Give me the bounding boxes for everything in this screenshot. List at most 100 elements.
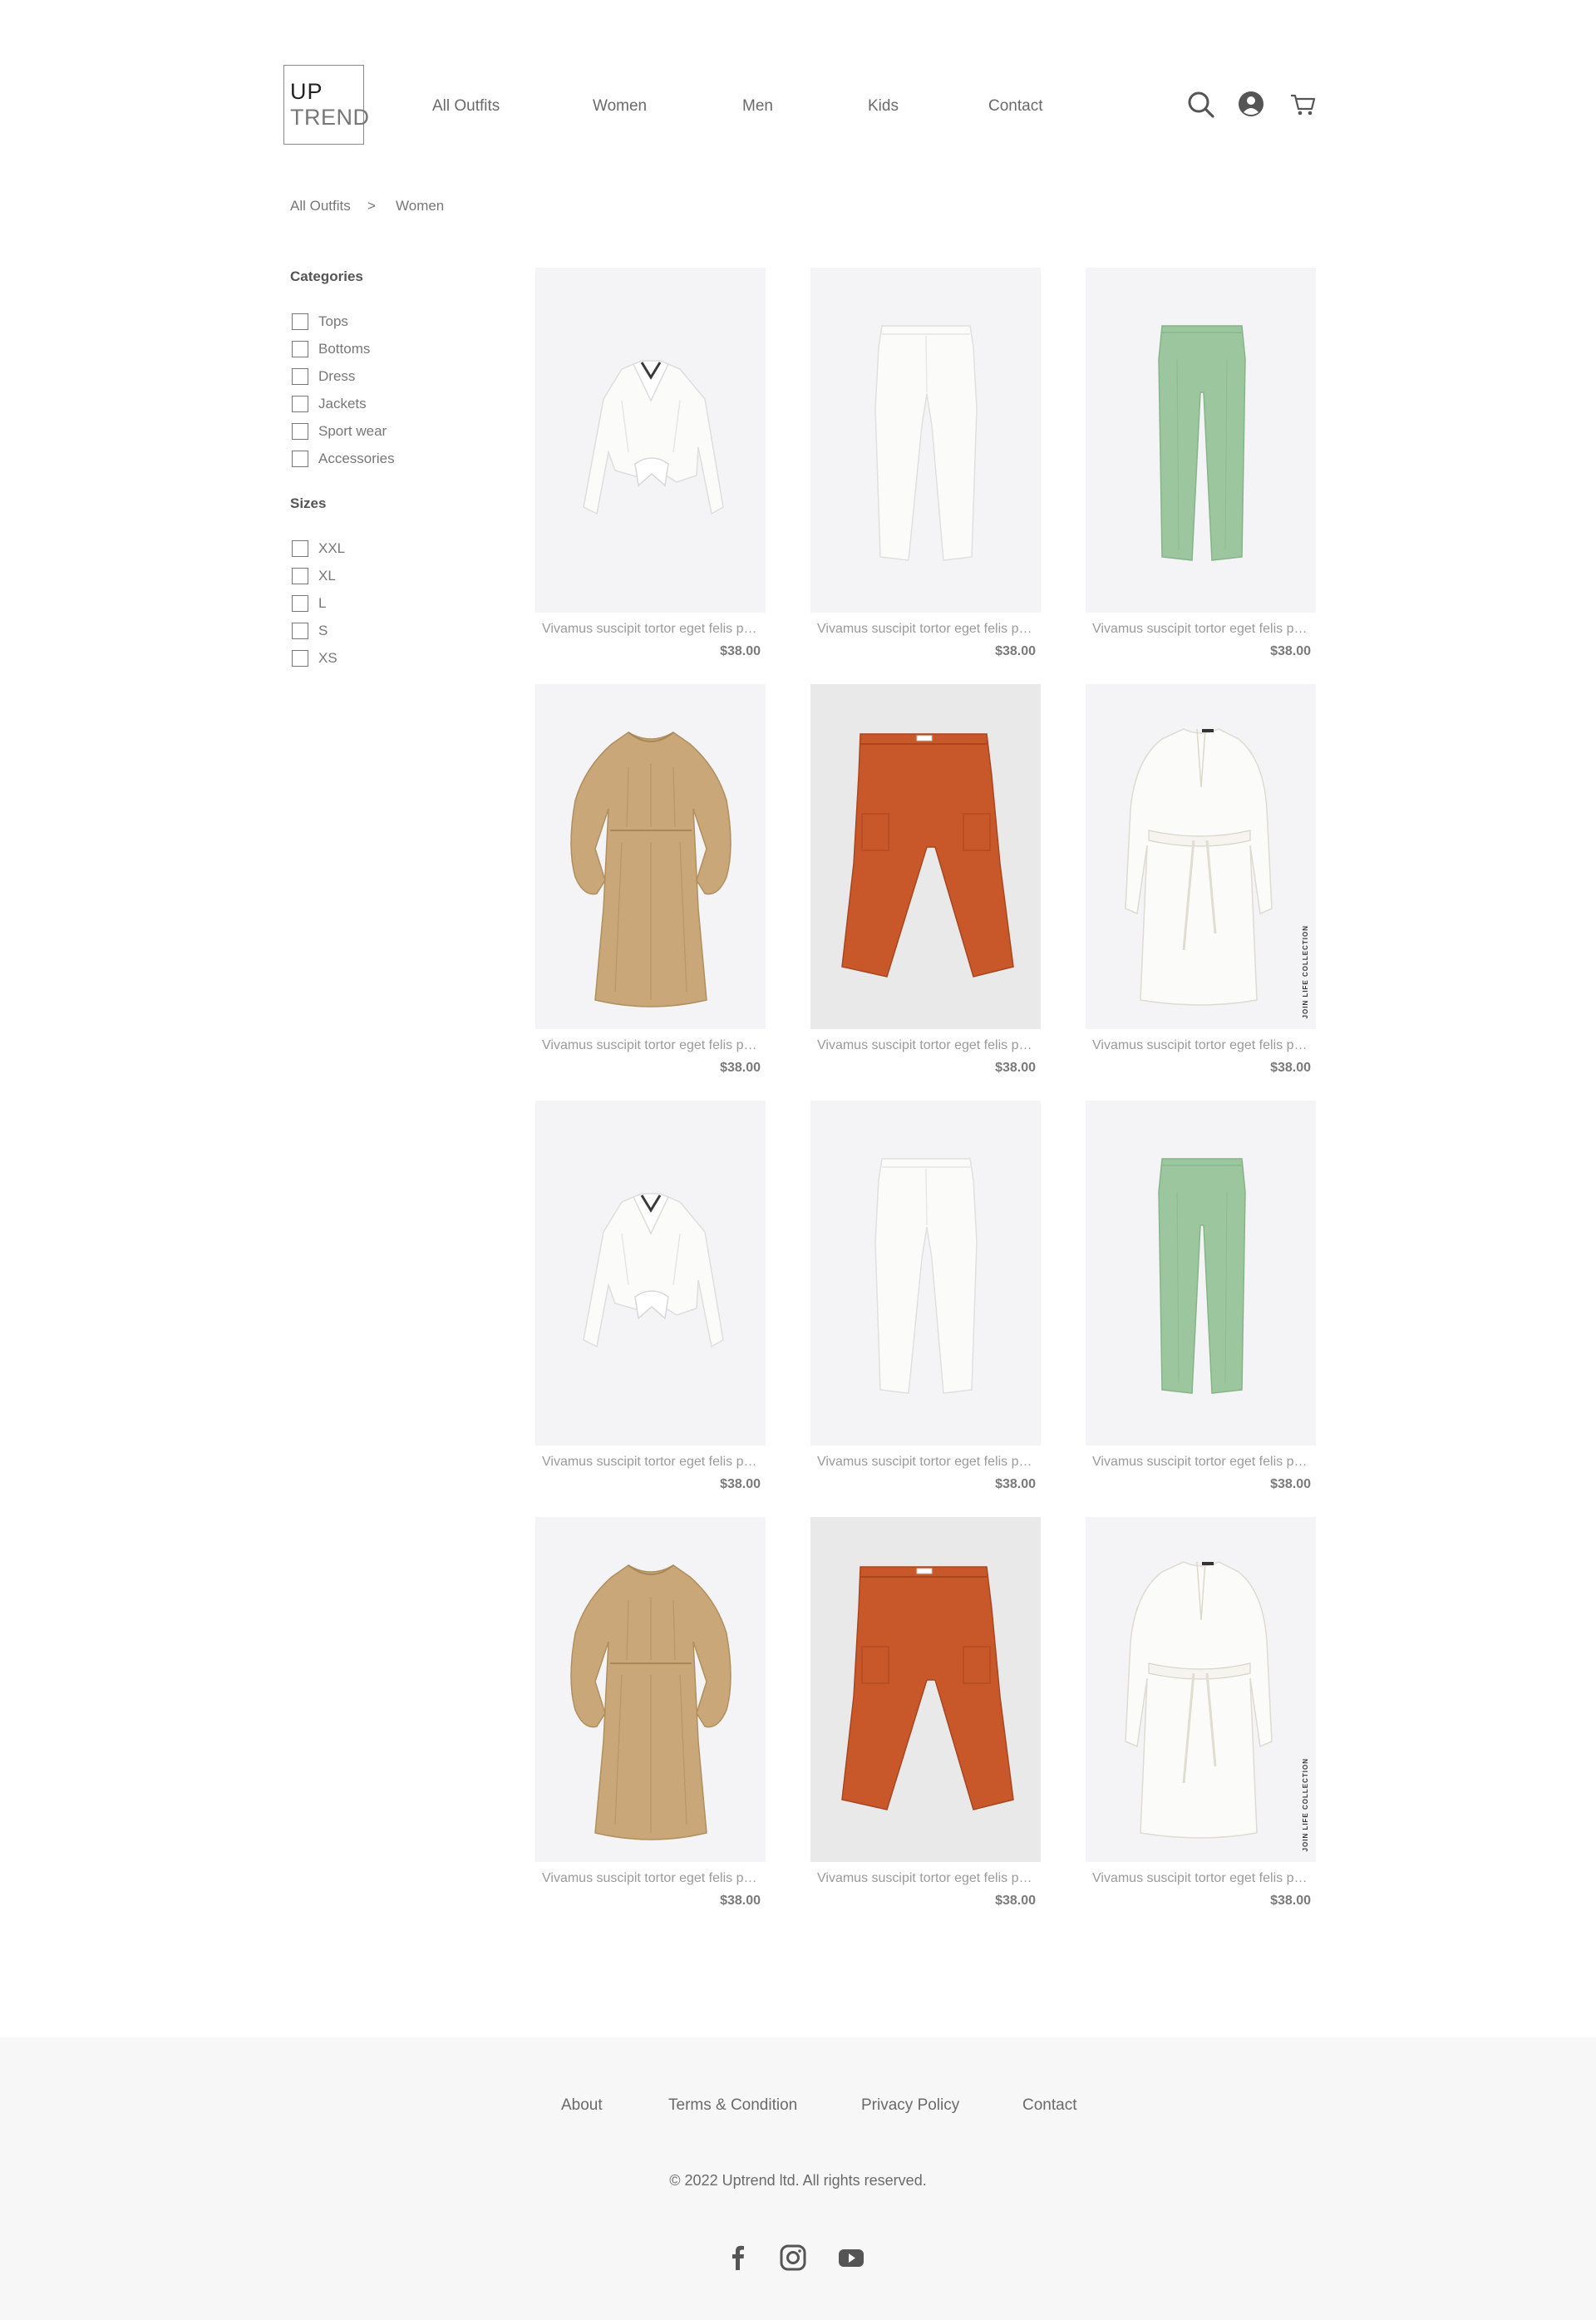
product-card[interactable]: Vivamus suscipit tortor eget felis portt… (1086, 1101, 1316, 1491)
green-pants-image (1158, 325, 1246, 561)
site-header: UP TREND All Outfits Women Men Kids Cont… (0, 0, 1596, 166)
youtube-icon[interactable] (837, 2244, 865, 2272)
footer-link-privacy[interactable]: Privacy Policy (861, 2096, 959, 2115)
product-card[interactable]: Vivamus suscipit tortor eget felis portt… (535, 684, 766, 1075)
nav-all-outfits[interactable]: All Outfits (432, 97, 500, 116)
nav-men[interactable]: Men (742, 97, 773, 116)
size-label: XL (318, 568, 336, 584)
category-label: Jackets (318, 396, 367, 411)
product-name[interactable]: Vivamus suscipit tortor eget felis portt… (1092, 1038, 1310, 1053)
product-price: $38.00 (1270, 1061, 1311, 1075)
category-filter-jackets[interactable]: Jackets (292, 395, 367, 413)
white-pants-image (874, 325, 978, 561)
product-name[interactable]: Vivamus suscipit tortor eget felis portt… (817, 622, 1035, 637)
breadcrumb-women[interactable]: Women (396, 198, 444, 214)
product-image[interactable] (535, 684, 766, 1029)
size-filter-xl[interactable]: XL (292, 567, 336, 585)
orange-pants-image (841, 733, 1014, 978)
product-price: $38.00 (720, 1894, 761, 1908)
product-name[interactable]: Vivamus suscipit tortor eget felis portt… (542, 1455, 760, 1470)
size-filter-xs[interactable]: XS (292, 649, 337, 667)
product-price: $38.00 (995, 1477, 1036, 1491)
checkbox[interactable] (292, 341, 308, 357)
product-card[interactable]: Vivamus suscipit tortor eget felis portt… (535, 1101, 766, 1491)
product-name[interactable]: Vivamus suscipit tortor eget felis portt… (817, 1871, 1035, 1886)
product-card[interactable]: Vivamus suscipit tortor eget felis portt… (1086, 268, 1316, 658)
checkbox[interactable] (292, 313, 308, 330)
cart-icon[interactable] (1288, 90, 1318, 120)
category-filter-dress[interactable]: Dress (292, 367, 355, 386)
product-name[interactable]: Vivamus suscipit tortor eget felis portt… (1092, 1455, 1310, 1470)
checkbox[interactable] (292, 423, 308, 440)
footer-link-contact[interactable]: Contact (1022, 2096, 1076, 2115)
categories-title: Categories (290, 268, 363, 284)
product-name[interactable]: Vivamus suscipit tortor eget felis portt… (817, 1038, 1035, 1053)
checkbox[interactable] (292, 623, 308, 639)
category-filter-tops[interactable]: Tops (292, 313, 348, 331)
facebook-icon[interactable] (724, 2244, 752, 2272)
size-label: S (318, 623, 328, 638)
footer-link-terms[interactable]: Terms & Condition (668, 2096, 797, 2115)
nav-contact[interactable]: Contact (988, 97, 1042, 116)
product-price: $38.00 (720, 644, 761, 658)
size-label: XS (318, 650, 337, 666)
product-image[interactable] (810, 268, 1041, 613)
product-image[interactable] (810, 1101, 1041, 1446)
checkbox[interactable] (292, 650, 308, 667)
product-image[interactable] (535, 1101, 766, 1446)
product-image[interactable]: JOIN LIFE COLLECTION (1086, 684, 1316, 1029)
product-price: $38.00 (720, 1061, 761, 1075)
product-image[interactable] (810, 684, 1041, 1029)
product-image[interactable] (535, 268, 766, 613)
size-filter-xxl[interactable]: XXL (292, 539, 345, 558)
product-card[interactable]: JOIN LIFE COLLECTION Vivamus suscipit to… (1086, 1517, 1316, 1908)
product-card[interactable]: Vivamus suscipit tortor eget felis portt… (810, 1101, 1041, 1491)
white-dress-image (1125, 728, 1273, 1006)
white-dress-image (1125, 1561, 1273, 1839)
product-image[interactable] (1086, 1101, 1316, 1446)
product-name[interactable]: Vivamus suscipit tortor eget felis portt… (542, 1871, 760, 1886)
category-label: Sport wear (318, 423, 387, 439)
product-name[interactable]: Vivamus suscipit tortor eget felis portt… (542, 1038, 760, 1053)
category-label: Bottoms (318, 341, 371, 357)
product-image[interactable] (1086, 268, 1316, 613)
product-card[interactable]: Vivamus suscipit tortor eget felis portt… (810, 684, 1041, 1075)
product-name[interactable]: Vivamus suscipit tortor eget felis portt… (1092, 1871, 1310, 1886)
search-icon[interactable] (1186, 90, 1216, 120)
product-name[interactable]: Vivamus suscipit tortor eget felis portt… (1092, 622, 1310, 637)
product-image[interactable] (535, 1517, 766, 1862)
instagram-icon[interactable] (779, 2244, 807, 2272)
category-filter-bottoms[interactable]: Bottoms (292, 340, 370, 358)
checkbox[interactable] (292, 451, 308, 467)
product-card[interactable]: Vivamus suscipit tortor eget felis portt… (535, 1517, 766, 1908)
product-card[interactable]: JOIN LIFE COLLECTION Vivamus suscipit to… (1086, 684, 1316, 1075)
nav-women[interactable]: Women (593, 97, 647, 116)
user-icon[interactable] (1236, 90, 1266, 120)
category-filter-accessories[interactable]: Accessories (292, 450, 395, 468)
beige-dress-image (570, 731, 732, 1007)
product-image[interactable] (810, 1517, 1041, 1862)
size-label: XXL (318, 540, 346, 556)
product-name[interactable]: Vivamus suscipit tortor eget felis portt… (817, 1455, 1035, 1470)
sizes-title: Sizes (290, 495, 327, 511)
category-filter-sport-wear[interactable]: Sport wear (292, 422, 387, 441)
checkbox[interactable] (292, 595, 308, 612)
checkbox[interactable] (292, 568, 308, 584)
size-filter-l[interactable]: L (292, 594, 326, 613)
product-name[interactable]: Vivamus suscipit tortor eget felis portt… (542, 622, 760, 637)
footer-link-about[interactable]: About (561, 2096, 603, 2115)
white-pants-image (874, 1158, 978, 1394)
product-card[interactable]: Vivamus suscipit tortor eget felis portt… (810, 268, 1041, 658)
product-card[interactable]: Vivamus suscipit tortor eget felis portt… (535, 268, 766, 658)
product-price: $38.00 (720, 1477, 761, 1491)
white-blouse-image (583, 1193, 724, 1348)
nav-kids[interactable]: Kids (868, 97, 899, 116)
breadcrumb-all-outfits[interactable]: All Outfits (290, 198, 351, 214)
product-card[interactable]: Vivamus suscipit tortor eget felis portt… (810, 1517, 1041, 1908)
checkbox[interactable] (292, 540, 308, 557)
logo[interactable]: UP TREND (283, 65, 369, 145)
product-image[interactable]: JOIN LIFE COLLECTION (1086, 1517, 1316, 1862)
checkbox[interactable] (292, 396, 308, 412)
checkbox[interactable] (292, 368, 308, 385)
size-filter-s[interactable]: S (292, 622, 328, 640)
